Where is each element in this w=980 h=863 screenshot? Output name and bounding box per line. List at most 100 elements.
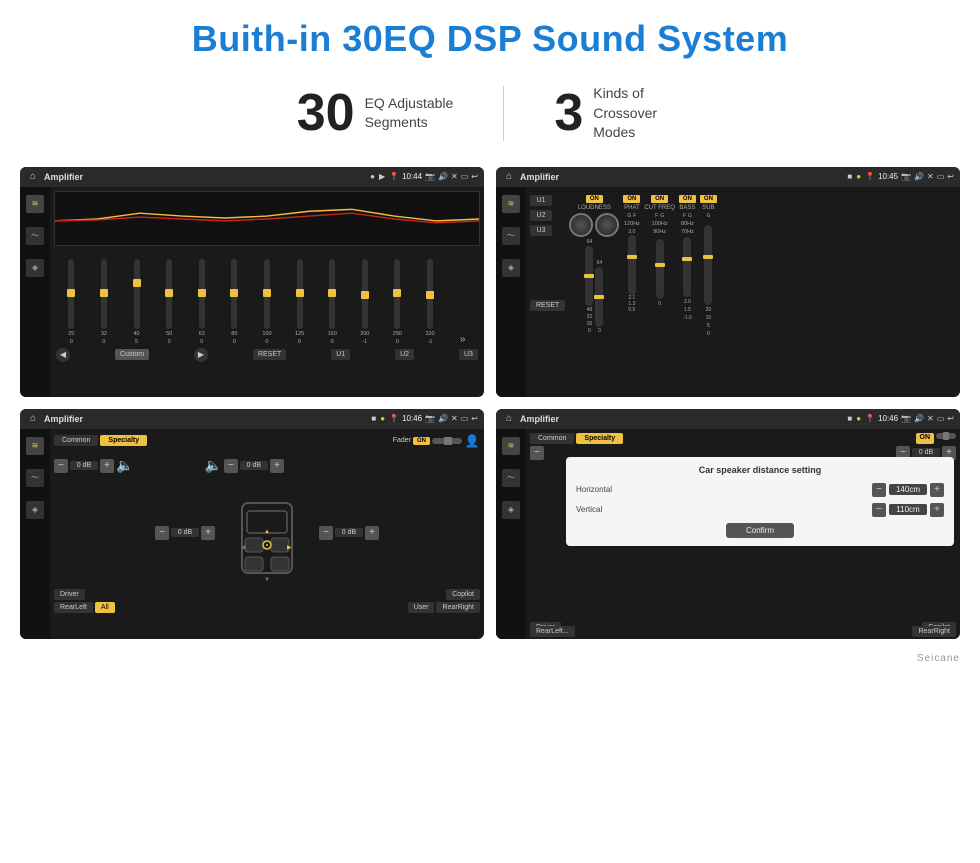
dist-rearright-btn[interactable]: RearRight (912, 626, 956, 637)
eq-sidebar-icon[interactable]: ≋ (26, 195, 44, 213)
phat-thumb[interactable] (627, 255, 637, 259)
eq-slider-3[interactable]: 500 (154, 259, 185, 345)
eq-slider-7[interactable]: 1250 (284, 259, 315, 345)
eq-slider-6[interactable]: 1000 (252, 259, 283, 345)
window-icon-2[interactable]: ▭ (937, 172, 945, 181)
eq-play-btn[interactable]: ▶ (194, 348, 208, 362)
sp-all-btn[interactable]: All (95, 602, 115, 613)
vol-sidebar-icon-2[interactable]: ◈ (502, 259, 520, 277)
sp-tl-minus[interactable]: − (54, 459, 68, 473)
back-icon-3[interactable]: ↩ (471, 414, 478, 423)
back-icon-4[interactable]: ↩ (947, 414, 954, 423)
home-icon-2[interactable]: ⌂ (502, 170, 516, 184)
wave-sidebar-icon-4[interactable]: 〜 (502, 469, 520, 487)
bass-on-btn[interactable]: ON (679, 195, 696, 203)
horizontal-plus-btn[interactable]: + (930, 483, 944, 497)
fader-track-4[interactable] (936, 433, 956, 439)
window-icon-3[interactable]: ▭ (461, 414, 469, 423)
close-icon-4[interactable]: ✕ (927, 414, 934, 423)
window-icon[interactable]: ▭ (461, 172, 469, 181)
loudness-thumb-1[interactable] (584, 274, 594, 278)
vertical-minus-btn[interactable]: − (872, 503, 886, 517)
vol-sidebar-icon-3[interactable]: ◈ (26, 501, 44, 519)
sp-driver-btn[interactable]: Driver (54, 589, 85, 600)
home-icon-3[interactable]: ⌂ (26, 412, 40, 426)
u3-btn[interactable]: U3 (530, 225, 552, 236)
eq-more-icon[interactable]: » (447, 334, 478, 345)
sp-mr-minus[interactable]: − (319, 526, 333, 540)
eq-sidebar-icon-4[interactable]: ≋ (502, 437, 520, 455)
tab-specialty[interactable]: Specialty (100, 435, 147, 446)
sp-tr-plus[interactable]: + (270, 459, 284, 473)
loudness-thumb-2[interactable] (594, 295, 604, 299)
sp-user-btn[interactable]: User (408, 602, 435, 613)
wave-sidebar-icon-2[interactable]: 〜 (502, 227, 520, 245)
sp-copilot-btn[interactable]: Copilot (446, 589, 480, 600)
cutfreq-on-btn[interactable]: ON (651, 195, 668, 203)
close-icon-3[interactable]: ✕ (451, 414, 458, 423)
eq-slider-4[interactable]: 630 (186, 259, 217, 345)
back-icon[interactable]: ↩ (471, 172, 478, 181)
distance-dialog: Car speaker distance setting Horizontal … (566, 457, 954, 546)
eq-sidebar-icon-2[interactable]: ≋ (502, 195, 520, 213)
sp-tr-minus[interactable]: − (224, 459, 238, 473)
close-icon[interactable]: ✕ (451, 172, 458, 181)
eq-slider-5[interactable]: 800 (219, 259, 250, 345)
close-icon-2[interactable]: ✕ (927, 172, 934, 181)
vol-sidebar-icon[interactable]: ◈ (26, 259, 44, 277)
fader-track[interactable] (432, 438, 462, 444)
sp-ml-plus[interactable]: + (201, 526, 215, 540)
person-icon[interactable]: 👤 (464, 433, 480, 449)
eq-slider-10[interactable]: 2500 (382, 259, 413, 345)
sp-ml-minus[interactable]: − (155, 526, 169, 540)
eq-slider-2[interactable]: 405 (121, 259, 152, 345)
sp-tl-plus[interactable]: + (100, 459, 114, 473)
eq-custom-btn[interactable]: Custom (115, 349, 149, 360)
location-icon-2: 📍 (865, 172, 875, 181)
screen-crossover-title: Amplifier (520, 172, 843, 182)
vertical-plus-btn[interactable]: + (930, 503, 944, 517)
wave-sidebar-icon-3[interactable]: 〜 (26, 469, 44, 487)
dist-rearleft-btn[interactable]: RearLeft... (530, 626, 575, 637)
fader-thumb-4[interactable] (943, 432, 949, 440)
eq-reset-btn[interactable]: RESET (253, 349, 286, 360)
sub-on-btn[interactable]: ON (700, 195, 717, 203)
sub-slider[interactable] (704, 225, 712, 305)
vol-sidebar-icon-4[interactable]: ◈ (502, 501, 520, 519)
sp-rearright-btn[interactable]: RearRight (436, 602, 480, 613)
eq-u2-btn[interactable]: U2 (395, 349, 414, 360)
bass-slider-1[interactable] (683, 237, 691, 297)
phat-on-btn[interactable]: ON (623, 195, 640, 203)
eq-slider-8[interactable]: 1600 (317, 259, 348, 345)
eq-u1-btn[interactable]: U1 (331, 349, 350, 360)
crossover-reset-btn[interactable]: RESET (530, 300, 565, 311)
home-icon[interactable]: ⌂ (26, 170, 40, 184)
tab-common[interactable]: Common (54, 435, 98, 446)
tab-common-4[interactable]: Common (530, 433, 574, 444)
eq-slider-11[interactable]: 320-1 (415, 259, 446, 345)
u2-btn[interactable]: U2 (530, 210, 552, 221)
u1-btn[interactable]: U1 (530, 195, 552, 206)
window-icon-4[interactable]: ▭ (937, 414, 945, 423)
home-icon-4[interactable]: ⌂ (502, 412, 516, 426)
dialog-confirm-btn[interactable]: Confirm (726, 523, 794, 538)
eq-sidebar-icon-3[interactable]: ≋ (26, 437, 44, 455)
loudness-knob-2[interactable] (595, 213, 619, 237)
loudness-knob-1[interactable] (569, 213, 593, 237)
horizontal-minus-btn[interactable]: − (872, 483, 886, 497)
eq-prev-btn[interactable]: ◀ (56, 348, 70, 362)
eq-slider-9[interactable]: 200-1 (349, 259, 380, 345)
loudness-on-btn[interactable]: ON (586, 195, 603, 203)
cutfreq-label: CUT FREQ (644, 205, 675, 211)
wave-sidebar-icon[interactable]: 〜 (26, 227, 44, 245)
eq-u3-btn[interactable]: U3 (459, 349, 478, 360)
fader-thumb[interactable] (444, 437, 452, 445)
tab-specialty-4[interactable]: Specialty (576, 433, 623, 444)
eq-slider-0[interactable]: 250 (56, 259, 87, 345)
cutfreq-slider[interactable] (656, 239, 664, 299)
sp-rearleft-btn[interactable]: RearLeft (54, 602, 93, 613)
dist-sp-minus-l[interactable]: − (530, 446, 544, 460)
back-icon-2[interactable]: ↩ (947, 172, 954, 181)
sp-mr-plus[interactable]: + (365, 526, 379, 540)
eq-slider-1[interactable]: 320 (89, 259, 120, 345)
